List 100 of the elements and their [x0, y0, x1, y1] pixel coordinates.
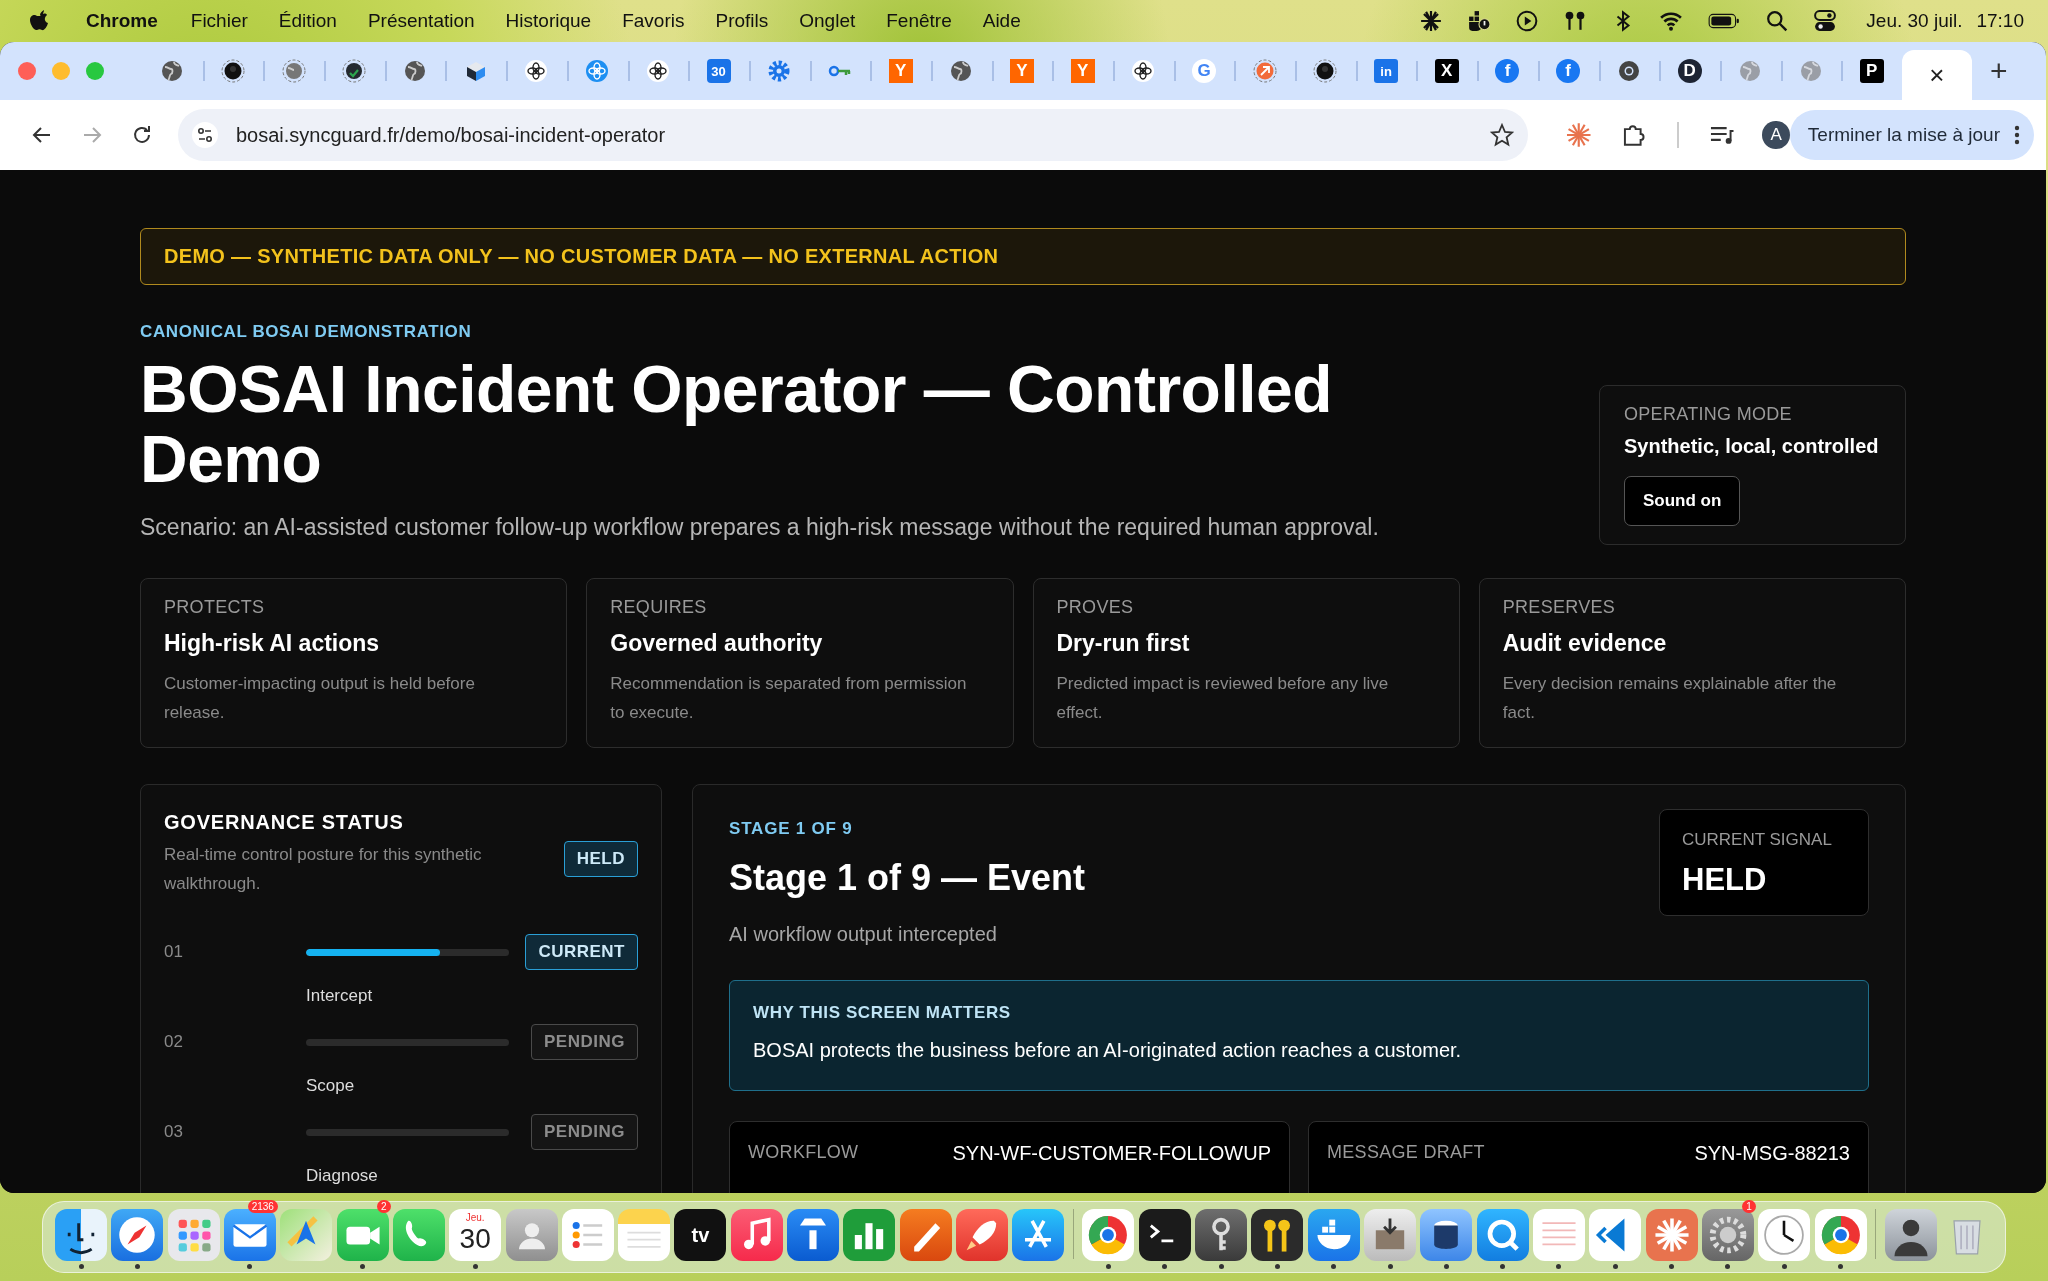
menu-item[interactable]: Édition: [278, 10, 337, 32]
keychain-icon[interactable]: [1195, 1209, 1248, 1261]
step-status-badge: CURRENT: [525, 934, 638, 970]
wheel-icon[interactable]: [1814, 1209, 1867, 1261]
browser-tab[interactable]: D: [1659, 42, 1720, 100]
letter-icon: D: [1677, 59, 1702, 83]
letter-icon: X: [1434, 59, 1459, 83]
code-icon[interactable]: [1589, 1209, 1642, 1261]
app-menu[interactable]: Chrome: [86, 10, 158, 32]
demo-warning-banner: DEMO — SYNTHETIC DATA ONLY — NO CUSTOMER DATA — NO EXTERNAL ACTION: [140, 228, 1906, 285]
apple-logo-icon[interactable]: [30, 9, 50, 33]
video-camera-icon[interactable]: [336, 1209, 389, 1261]
menu-item[interactable]: Fenêtre: [886, 10, 952, 32]
browser-tab[interactable]: G: [1173, 42, 1235, 100]
notification-badge: 2: [377, 1200, 391, 1213]
pillar-label: PROVES: [1056, 597, 1135, 618]
browser-tab[interactable]: 30: [688, 42, 749, 100]
browser-tab[interactable]: X: [1416, 42, 1478, 100]
sound-button[interactable]: Sound on: [1624, 476, 1741, 526]
toggles-icon[interactable]: [1814, 10, 1837, 32]
letter-icon: f: [1556, 59, 1581, 83]
sunburst-icon[interactable]: [1645, 1209, 1698, 1261]
update-button[interactable]: Terminer la mise à jour: [1789, 110, 2034, 160]
cylinder-icon[interactable]: [1420, 1209, 1473, 1261]
star-icon[interactable]: [1490, 123, 1514, 147]
menu-item[interactable]: Fichier: [190, 10, 248, 32]
sunburst-icon[interactable]: [1566, 122, 1592, 148]
pillar-text: Every decision remains explainable after the fact.: [1502, 673, 1838, 724]
menu-item[interactable]: Onglet: [799, 10, 856, 32]
map-icon[interactable]: [280, 1209, 333, 1261]
gear-icon[interactable]: [1701, 1209, 1754, 1261]
app-grid-icon[interactable]: [167, 1209, 220, 1261]
profile-avatar[interactable]: A: [1762, 121, 1790, 149]
wheel-icon[interactable]: [1082, 1209, 1135, 1261]
pen-icon[interactable]: [899, 1209, 952, 1261]
calendar-icon[interactable]: Jeu. 30: [449, 1209, 502, 1261]
menu-item[interactable]: Profils: [715, 10, 769, 32]
menubar-time[interactable]: 17:10: [1976, 10, 2024, 32]
close-window-button[interactable]: [18, 62, 36, 80]
earbuds-icon[interactable]: [1564, 10, 1587, 32]
key-pair-icon[interactable]: [1251, 1209, 1304, 1261]
box-icon[interactable]: [1364, 1209, 1416, 1261]
podium-icon[interactable]: [787, 1209, 840, 1261]
compass-icon[interactable]: [111, 1209, 164, 1261]
menu-item[interactable]: Favoris: [622, 10, 685, 32]
panel-title: GOVERNANCE STATUS: [164, 811, 405, 834]
puzzle-icon[interactable]: [1621, 122, 1647, 148]
tv-icon[interactable]: tv: [674, 1209, 727, 1261]
pillar-title: Dry-run first: [1056, 630, 1191, 657]
bar-chart-icon[interactable]: [843, 1209, 896, 1261]
pillar-text: Customer-impacting output is held before release.: [164, 673, 476, 724]
pillar-label: PROTECTS: [164, 597, 266, 618]
face-icon[interactable]: [55, 1209, 107, 1261]
close-tab-button[interactable]: ×: [1929, 62, 1945, 88]
menu-item[interactable]: Aide: [982, 10, 1021, 32]
step-status-badge: PENDING: [531, 1114, 638, 1150]
wifi-icon[interactable]: [1660, 10, 1683, 32]
phone-icon[interactable]: [392, 1209, 445, 1261]
globe-icon: [1798, 59, 1823, 83]
site-settings-icon[interactable]: [192, 122, 218, 148]
mode-label: OPERATING MODE: [1624, 404, 1793, 425]
envelope-icon[interactable]: [223, 1209, 276, 1261]
field-label: MESSAGE DRAFT: [1327, 1142, 1485, 1164]
menu-item[interactable]: Historique: [505, 10, 592, 32]
signal-label: CURRENT SIGNAL: [1682, 830, 1833, 850]
app-store-icon[interactable]: [1012, 1209, 1065, 1261]
browser-tab[interactable]: in: [1355, 42, 1417, 100]
pillar-title: Audit evidence: [1502, 630, 1668, 657]
person-silhouette-icon[interactable]: [1884, 1209, 1937, 1261]
step-number: 01: [164, 942, 184, 962]
menubar-date[interactable]: Jeu. 30 juil.: [1866, 10, 1963, 32]
globe-icon: [403, 59, 428, 83]
list-icon[interactable]: [561, 1209, 614, 1261]
rocket-icon[interactable]: [956, 1209, 1008, 1261]
terminal-icon[interactable]: [1138, 1209, 1191, 1261]
menu-item[interactable]: Présentation: [367, 10, 475, 32]
new-tab-button[interactable]: +: [1989, 56, 2008, 86]
music-note-icon[interactable]: [730, 1209, 783, 1261]
mode-value: Synthetic, local, controlled: [1624, 435, 1880, 458]
globe-icon: [281, 59, 306, 83]
asterisk-icon[interactable]: [1420, 10, 1443, 32]
browser-tab[interactable]: f: [1477, 42, 1538, 100]
calendar-date: 30: [459, 1223, 491, 1255]
browser-tab[interactable]: ×: [1901, 50, 1972, 100]
step-number: 03: [164, 1122, 184, 1142]
play-icon[interactable]: [1516, 10, 1539, 32]
address-bar[interactable]: bosai.syncguard.fr/demo/bosai-incident-operator: [178, 109, 1528, 161]
wheel-icon: [1616, 59, 1641, 83]
browser-tab[interactable]: P: [1841, 42, 1902, 100]
clock-icon[interactable]: [1758, 1209, 1811, 1261]
knot-icon: [585, 59, 610, 83]
panel-subtitle: Real-time control posture for this synthetic walkthrough.: [164, 844, 483, 895]
signal-value: HELD: [1682, 862, 1768, 898]
whale-icon[interactable]: [1468, 10, 1491, 32]
eyebrow-label: CANONICAL BOSAI DEMONSTRATION: [140, 322, 473, 342]
contacts-icon[interactable]: [505, 1209, 558, 1261]
magnifier-icon[interactable]: [1476, 1209, 1529, 1261]
search-icon[interactable]: [1766, 10, 1789, 32]
letter-icon: f: [1495, 59, 1520, 83]
browser-tab[interactable]: f: [1537, 42, 1599, 100]
